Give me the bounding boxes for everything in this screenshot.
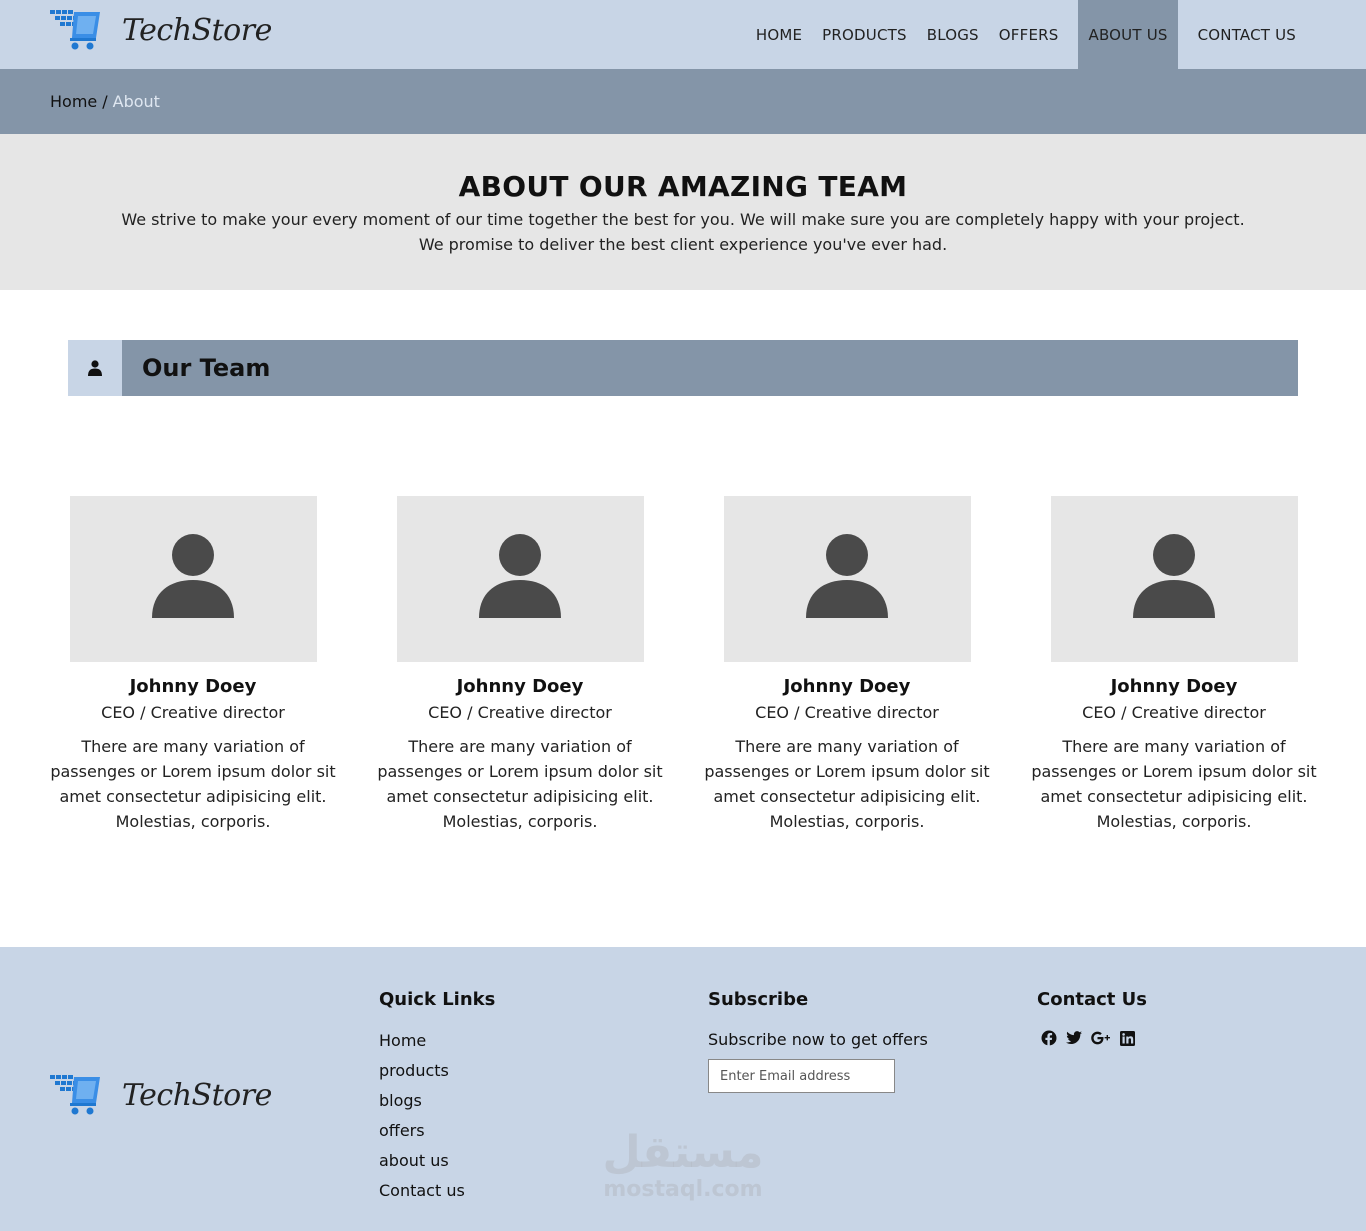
team-member-description: There are many variation of passenges or…: [704, 737, 990, 831]
cart-logo-icon: [50, 1075, 100, 1115]
team-member-description: There are many variation of passenges or…: [50, 737, 336, 831]
brand-name: TechStore: [122, 12, 272, 48]
mostaql-watermark: مستقل mostaql.com: [600, 1128, 766, 1202]
header-logo[interactable]: TechStore: [50, 8, 272, 52]
quick-links-title: Quick Links: [379, 989, 496, 1010]
hero-text-line2: We promise to deliver the best client ex…: [418, 235, 948, 254]
contact-column: Contact Us: [1037, 989, 1147, 1046]
avatar-placeholder-icon: [152, 534, 234, 618]
team-card: Johnny Doey CEO / Creative director Ther…: [697, 496, 997, 834]
team-member-role: CEO / Creative director: [755, 703, 939, 722]
footer-link-blogs[interactable]: blogs: [379, 1090, 495, 1120]
avatar-placeholder-icon: [479, 534, 561, 618]
section-title: Our Team: [142, 354, 271, 382]
team-member-role: CEO / Creative director: [428, 703, 612, 722]
team-member-photo: [723, 496, 971, 662]
nav-blogs[interactable]: BLOGS: [917, 0, 989, 69]
watermark-latin: mostaql.com: [603, 1177, 763, 1202]
team-member-name: Johnny Doey: [129, 676, 257, 697]
avatar-placeholder-icon: [806, 534, 888, 618]
breadcrumb-current: About: [112, 92, 160, 111]
team-member-description: There are many variation of passenges or…: [1031, 737, 1317, 831]
breadcrumb-home-link[interactable]: Home: [50, 92, 97, 111]
watermark-arabic: مستقل: [602, 1127, 764, 1178]
team-member-role: CEO / Creative director: [101, 703, 285, 722]
google-plus-icon[interactable]: [1091, 1030, 1111, 1046]
team-member-photo: [1050, 496, 1298, 662]
team-member-photo: [396, 496, 644, 662]
team-member-name: Johnny Doey: [1110, 676, 1238, 697]
main-nav: HOME PRODUCTS BLOGS OFFERS ABOUT US CONT…: [746, 0, 1316, 69]
footer-link-contact-us[interactable]: Contact us: [379, 1180, 495, 1210]
team-member-photo: [69, 496, 317, 662]
brand-name: TechStore: [122, 1077, 272, 1113]
subscribe-title: Subscribe: [708, 989, 809, 1010]
footer-link-home[interactable]: Home: [379, 1030, 495, 1060]
facebook-icon[interactable]: [1041, 1030, 1057, 1046]
breadcrumb: Home / About: [0, 69, 1366, 134]
footer-link-about-us[interactable]: about us: [379, 1150, 495, 1180]
team-member-name: Johnny Doey: [456, 676, 584, 697]
team-member-role: CEO / Creative director: [1082, 703, 1266, 722]
site-footer: TechStore Quick Links Home products blog…: [0, 947, 1366, 1231]
nav-contact-us[interactable]: CONTACT US: [1188, 0, 1316, 69]
avatar-placeholder-icon: [1133, 534, 1215, 618]
subscribe-column: Subscribe Subscribe now to get offers: [708, 989, 928, 1093]
nav-home[interactable]: HOME: [746, 0, 812, 69]
team-member-description: There are many variation of passenges or…: [377, 737, 663, 831]
our-team-header: Our Team: [68, 340, 1298, 396]
linkedin-icon[interactable]: [1120, 1030, 1135, 1046]
user-icon-box: [68, 340, 122, 396]
contact-title: Contact Us: [1037, 989, 1148, 1010]
quick-links-column: Quick Links Home products blogs offers a…: [379, 989, 495, 1210]
team-card: Johnny Doey CEO / Creative director Ther…: [43, 496, 343, 834]
team-card: Johnny Doey CEO / Creative director Ther…: [370, 496, 670, 834]
twitter-icon[interactable]: [1066, 1030, 1082, 1046]
nav-products[interactable]: PRODUCTS: [812, 0, 917, 69]
subscribe-text: Subscribe now to get offers: [708, 1030, 928, 1049]
site-header: TechStore HOME PRODUCTS BLOGS OFFERS ABO…: [0, 0, 1366, 69]
page-title: ABOUT OUR AMAZING TEAM: [458, 170, 908, 203]
breadcrumb-separator: /: [102, 92, 108, 111]
footer-link-offers[interactable]: offers: [379, 1120, 495, 1150]
cart-logo-icon: [50, 10, 100, 50]
team-card: Johnny Doey CEO / Creative director Ther…: [1024, 496, 1324, 834]
footer-logo[interactable]: TechStore: [50, 1073, 272, 1117]
nav-offers[interactable]: OFFERS: [989, 0, 1069, 69]
email-field[interactable]: [708, 1059, 895, 1093]
footer-link-products[interactable]: products: [379, 1060, 495, 1090]
about-hero: ABOUT OUR AMAZING TEAM We strive to make…: [0, 134, 1366, 290]
hero-text-line1: We strive to make your every moment of o…: [121, 210, 1245, 229]
nav-about-us[interactable]: ABOUT US: [1078, 0, 1178, 69]
user-icon: [88, 360, 102, 376]
social-links: [1037, 1030, 1147, 1046]
team-member-name: Johnny Doey: [783, 676, 911, 697]
